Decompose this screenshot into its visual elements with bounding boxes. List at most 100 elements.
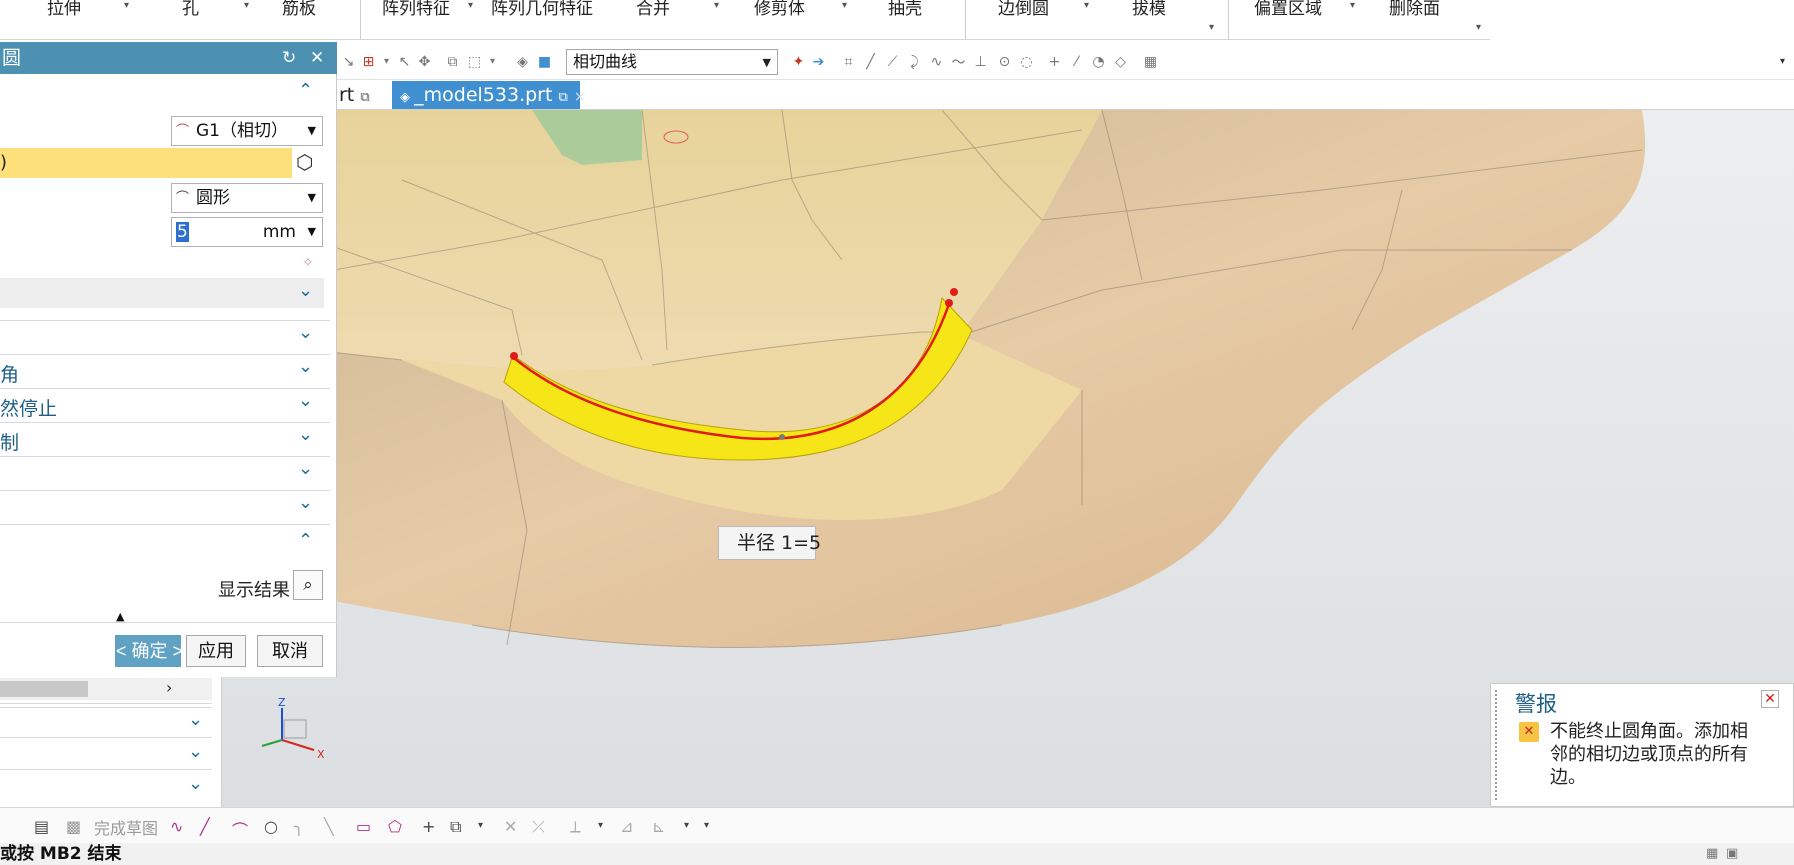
curve-rule-icon[interactable]: ✦ — [790, 53, 807, 70]
body-select-icon[interactable]: ◈ — [514, 53, 531, 70]
profile-icon[interactable]: ∿ — [170, 817, 183, 836]
curve-rule-select[interactable]: 相切曲线 ▼ — [566, 49, 778, 75]
chevron-down-icon[interactable]: ▾ — [478, 820, 483, 831]
fillet-icon[interactable]: ╮ — [294, 817, 304, 836]
rectangle-icon[interactable]: ▭ — [356, 817, 371, 836]
chevron-down-icon[interactable]: ⌄ — [298, 322, 313, 343]
ribbon-hole[interactable]: 孔 — [182, 0, 199, 19]
section-corner-label[interactable]: 角 — [0, 360, 19, 387]
snap-point-icon[interactable]: + — [1046, 53, 1063, 70]
chevron-down-icon[interactable]: ⌄ — [188, 741, 203, 762]
reset-icon[interactable]: ↻ — [282, 42, 296, 74]
ribbon-shell[interactable]: 抽壳 — [888, 0, 922, 19]
chevron-down-icon[interactable]: ⌄ — [188, 773, 203, 794]
select-arrow-icon[interactable]: ↖ — [396, 53, 413, 70]
chevron-down-icon[interactable]: ▾ — [598, 820, 603, 831]
chevron-down-icon[interactable]: ▾ — [684, 820, 689, 831]
rectangle-select-icon[interactable]: ⬚ — [466, 53, 483, 70]
make-corner-icon[interactable]: ⟂ — [570, 817, 581, 837]
chevron-down-icon[interactable]: ▾ — [842, 0, 847, 11]
snap-arc-icon[interactable]: ⤸ — [906, 53, 923, 70]
section-trim-label[interactable]: 制 — [0, 428, 19, 455]
select-filter-icon[interactable]: ⊞ — [360, 53, 377, 70]
chevron-down-icon[interactable]: ⌄ — [298, 424, 313, 445]
snap-quadrant-icon[interactable]: ◌ — [1018, 53, 1035, 70]
circle-icon[interactable]: ○ — [264, 817, 278, 836]
constraint-icon[interactable]: ⊿ — [620, 817, 633, 836]
chevron-down-icon[interactable]: ⌄ — [298, 390, 313, 411]
section-stop-short-label[interactable]: 然停止 — [0, 394, 57, 421]
snap-midpoint-icon[interactable]: ⟋ — [884, 53, 901, 70]
radius-input[interactable]: 5 mm ▼ — [171, 217, 323, 247]
chevron-down-icon[interactable]: ▾ — [484, 53, 501, 70]
preview-magnifier-icon[interactable]: ⌕ — [293, 570, 323, 600]
snap-line-icon[interactable]: ╱ — [862, 53, 879, 70]
chamfer-icon[interactable]: ╲ — [324, 817, 334, 836]
polygon-icon[interactable]: ⬠ — [388, 817, 402, 836]
edge-endpoint[interactable] — [945, 299, 953, 307]
chevron-down-icon[interactable]: ▾ — [704, 820, 709, 831]
close-icon[interactable]: ✕ — [1761, 690, 1779, 708]
edge-endpoint[interactable] — [950, 288, 958, 296]
select-edge-row[interactable]: ) — [0, 148, 292, 178]
ribbon-edge-blend[interactable]: 边倒圆 — [998, 0, 1049, 19]
snap-face-icon[interactable]: ◇ — [1112, 53, 1129, 70]
snap-tangent-icon[interactable]: ◔ — [1090, 53, 1107, 70]
ribbon-trim-body[interactable]: 修剪体 — [754, 0, 805, 19]
chevron-down-icon[interactable]: ⌄ — [188, 709, 203, 730]
ribbon-pattern-geometry[interactable]: 阵列几何特征 — [491, 0, 593, 19]
shape-select[interactable]: ⌒ 圆形 ▼ — [171, 183, 323, 213]
radius-handle[interactable] — [779, 434, 785, 440]
snap-toggle-icon[interactable]: ▦ — [1142, 53, 1159, 70]
arrow-right-icon[interactable]: ➔ — [810, 53, 827, 70]
chevron-right-icon[interactable]: › — [166, 678, 172, 697]
tab-part-a[interactable]: rt ⧉ — [337, 81, 389, 109]
snap-perpendicular-icon[interactable]: ⊥ — [972, 53, 989, 70]
ribbon-rib[interactable]: 筋板 — [282, 0, 316, 19]
offset-icon[interactable]: ⧉ — [450, 817, 461, 837]
quick-extend-icon[interactable]: ⤫ — [532, 817, 545, 837]
ribbon-offset-region[interactable]: 偏置区域 — [1254, 0, 1322, 19]
alert-grip[interactable] — [1495, 690, 1499, 800]
chevron-down-icon[interactable]: ⌄ — [298, 356, 313, 377]
snap-endpoint-icon[interactable]: ⌗ — [840, 53, 857, 70]
ribbon-extrude[interactable]: 拉伸 — [47, 0, 81, 19]
point-icon[interactable]: + — [422, 817, 435, 836]
scrollbar-thumb[interactable] — [0, 681, 88, 697]
add-point-icon[interactable]: ✧ — [302, 255, 314, 271]
apply-button[interactable]: 应用 — [186, 635, 246, 667]
variable-radius-section[interactable] — [0, 278, 324, 308]
select-mode-icon[interactable]: ✥ — [416, 53, 433, 70]
snap-intersection-icon[interactable]: ⁄ — [1068, 53, 1085, 70]
chevron-down-icon[interactable]: ▾ — [468, 0, 473, 11]
chevron-down-icon[interactable]: ⌄ — [298, 458, 313, 479]
ribbon-pattern-feature[interactable]: 阵列特征 — [382, 0, 450, 19]
chevron-down-icon[interactable]: ⌄ — [298, 492, 313, 513]
window-mode-icon[interactable]: ▣ — [1726, 843, 1738, 865]
finish-sketch-label[interactable]: 完成草图 — [94, 815, 158, 839]
line-icon[interactable]: ╱ — [200, 817, 210, 836]
tab-model533[interactable]: ◈ _model533.prt ⧉ × — [392, 81, 586, 109]
chevron-down-icon[interactable]: ▾ — [1209, 22, 1214, 33]
chevron-down-icon[interactable]: ⌄ — [298, 280, 313, 301]
snap-center-icon[interactable]: ⊙ — [996, 53, 1013, 70]
horizontal-scrollbar[interactable]: › — [0, 678, 212, 700]
chevron-down-icon[interactable]: ▾ — [1774, 53, 1791, 70]
finish-flag-icon[interactable]: ▩ — [66, 817, 81, 836]
chevron-down-icon[interactable]: ▾ — [1350, 0, 1355, 11]
quick-trim-icon[interactable]: ✕ — [504, 817, 517, 836]
collapse-chevron-up-icon[interactable]: ⌃ — [298, 80, 313, 101]
chevron-down-icon[interactable]: ▾ — [244, 0, 249, 11]
snap-curve-icon[interactable]: 〜 — [950, 53, 967, 71]
continuity-select[interactable]: ⌒ G1（相切） ▼ — [171, 116, 323, 146]
snap-spline-icon[interactable]: ∿ — [928, 53, 945, 70]
sketch-icon[interactable]: ▤ — [34, 817, 49, 836]
arc-icon[interactable]: ⌒ — [232, 817, 248, 841]
ribbon-unite[interactable]: 合并 — [636, 0, 670, 19]
radius-callout[interactable]: 半径 1=5 — [718, 526, 821, 560]
edge-endpoint[interactable] — [510, 352, 518, 360]
ribbon-draft[interactable]: 拔模 — [1132, 0, 1166, 19]
ok-button[interactable]: < 确定 > — [115, 635, 183, 667]
snap-icon[interactable]: ↘ — [340, 53, 357, 70]
chevron-down-icon[interactable]: ▾ — [1084, 0, 1089, 11]
